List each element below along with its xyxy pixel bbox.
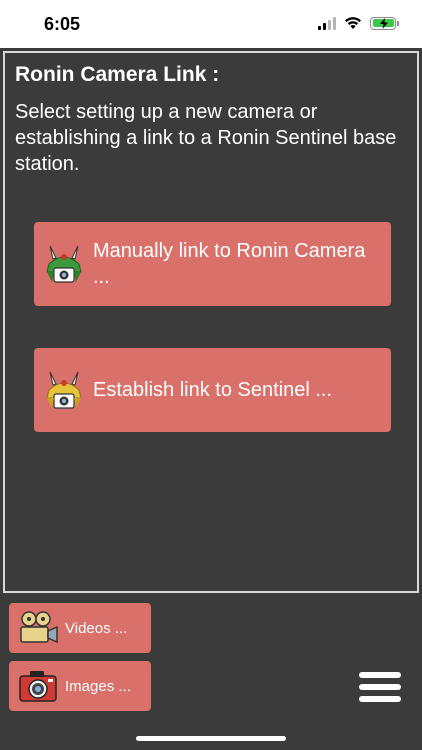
charging-bolt-icon bbox=[379, 18, 388, 29]
home-indicator[interactable] bbox=[136, 736, 286, 741]
hamburger-menu-icon[interactable] bbox=[359, 672, 403, 704]
camera-link-panel: Ronin Camera Link : Select setting up a … bbox=[3, 51, 419, 593]
images-button[interactable]: Images ... bbox=[9, 661, 151, 711]
establish-sentinel-link-button[interactable]: Establish link to Sentinel ... bbox=[34, 348, 391, 432]
cellular-signal-icon bbox=[318, 16, 336, 30]
images-label: Images ... bbox=[65, 677, 131, 695]
page-title: Ronin Camera Link : bbox=[15, 63, 220, 86]
manual-link-camera-label: Manually link to Ronin Camera ... bbox=[93, 240, 366, 288]
samurai-camera-icon bbox=[46, 245, 82, 283]
manual-link-camera-button[interactable]: Manually link to Ronin Camera ... bbox=[34, 222, 391, 306]
establish-sentinel-link-label: Establish link to Sentinel ... bbox=[93, 379, 333, 401]
video-camera-icon bbox=[20, 611, 58, 644]
page-description: Select setting up a new camera or establ… bbox=[15, 101, 397, 175]
photo-camera-icon bbox=[19, 671, 57, 702]
samurai-sentinel-icon bbox=[46, 371, 82, 409]
battery-icon bbox=[370, 16, 399, 30]
wifi-icon bbox=[345, 17, 361, 29]
videos-button[interactable]: Videos ... bbox=[9, 603, 151, 653]
status-icons bbox=[318, 16, 399, 30]
videos-label: Videos ... bbox=[65, 619, 128, 637]
status-bar: 6:05 bbox=[0, 0, 422, 48]
status-time: 6:05 bbox=[44, 14, 81, 34]
